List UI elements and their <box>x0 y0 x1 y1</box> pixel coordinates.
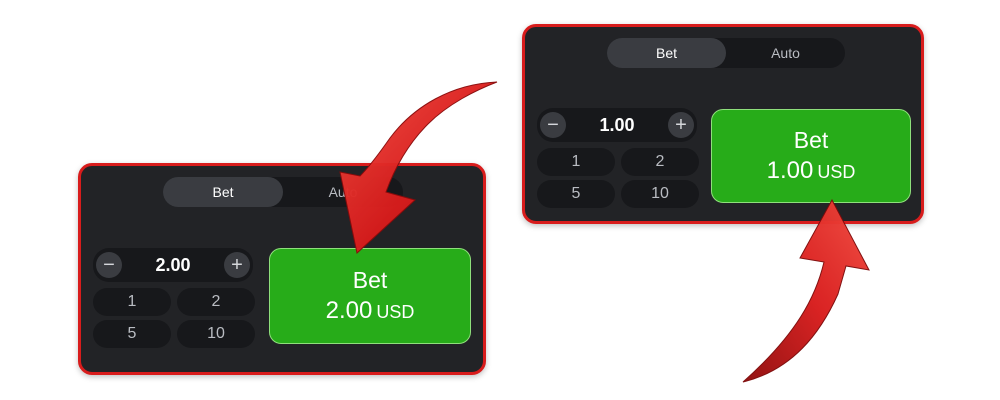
quick-amount-1[interactable]: 1 <box>537 148 615 176</box>
mode-tabs: Bet Auto <box>163 177 403 207</box>
quick-amount-5[interactable]: 5 <box>93 320 171 348</box>
curved-arrow-up-icon <box>742 198 870 383</box>
bet-button-label: Bet <box>352 266 388 293</box>
bet-button-amount: 1.00 <box>766 156 814 184</box>
minus-icon[interactable]: − <box>540 112 566 138</box>
tab-bet[interactable]: Bet <box>607 38 726 68</box>
tab-auto[interactable]: Auto <box>283 177 403 207</box>
quick-amount-2[interactable]: 2 <box>177 288 255 316</box>
quick-amount-grid: 1 2 5 10 <box>93 288 255 348</box>
plus-icon[interactable]: + <box>223 252 250 278</box>
bet-button-amount: 2.00 <box>325 296 373 324</box>
plus-icon[interactable]: + <box>667 112 694 138</box>
tab-bet[interactable]: Bet <box>163 177 283 207</box>
minus-icon[interactable]: − <box>96 252 122 278</box>
quick-amount-grid: 1 2 5 10 <box>537 148 699 208</box>
amount-stepper: − 1.00 + <box>537 108 697 142</box>
mode-tabs: Bet Auto <box>607 38 845 68</box>
amount-stepper: − 2.00 + <box>93 248 253 282</box>
bet-button[interactable]: Bet 1.00 USD <box>711 109 911 203</box>
quick-amount-2[interactable]: 2 <box>621 148 699 176</box>
bet-button-currency: USD <box>376 301 415 322</box>
bet-panel-right: Bet Auto − 1.00 + 1 2 5 10 Bet 1.00 USD <box>522 24 924 224</box>
quick-amount-1[interactable]: 1 <box>93 288 171 316</box>
bet-amount-value[interactable]: 1.00 <box>599 115 634 136</box>
bet-amount-value[interactable]: 2.00 <box>155 255 190 276</box>
quick-amount-10[interactable]: 10 <box>177 320 255 348</box>
bet-button[interactable]: Bet 2.00 USD <box>269 248 471 344</box>
quick-amount-5[interactable]: 5 <box>537 180 615 208</box>
quick-amount-10[interactable]: 10 <box>621 180 699 208</box>
bet-button-label: Bet <box>793 126 829 153</box>
bet-button-amount-line: 2.00 USD <box>326 296 415 327</box>
bet-button-currency: USD <box>817 161 856 182</box>
tab-auto[interactable]: Auto <box>726 38 845 68</box>
bet-panel-left: Bet Auto − 2.00 + 1 2 5 10 Bet 2.00 USD <box>78 163 486 375</box>
bet-button-amount-line: 1.00 USD <box>767 156 856 187</box>
